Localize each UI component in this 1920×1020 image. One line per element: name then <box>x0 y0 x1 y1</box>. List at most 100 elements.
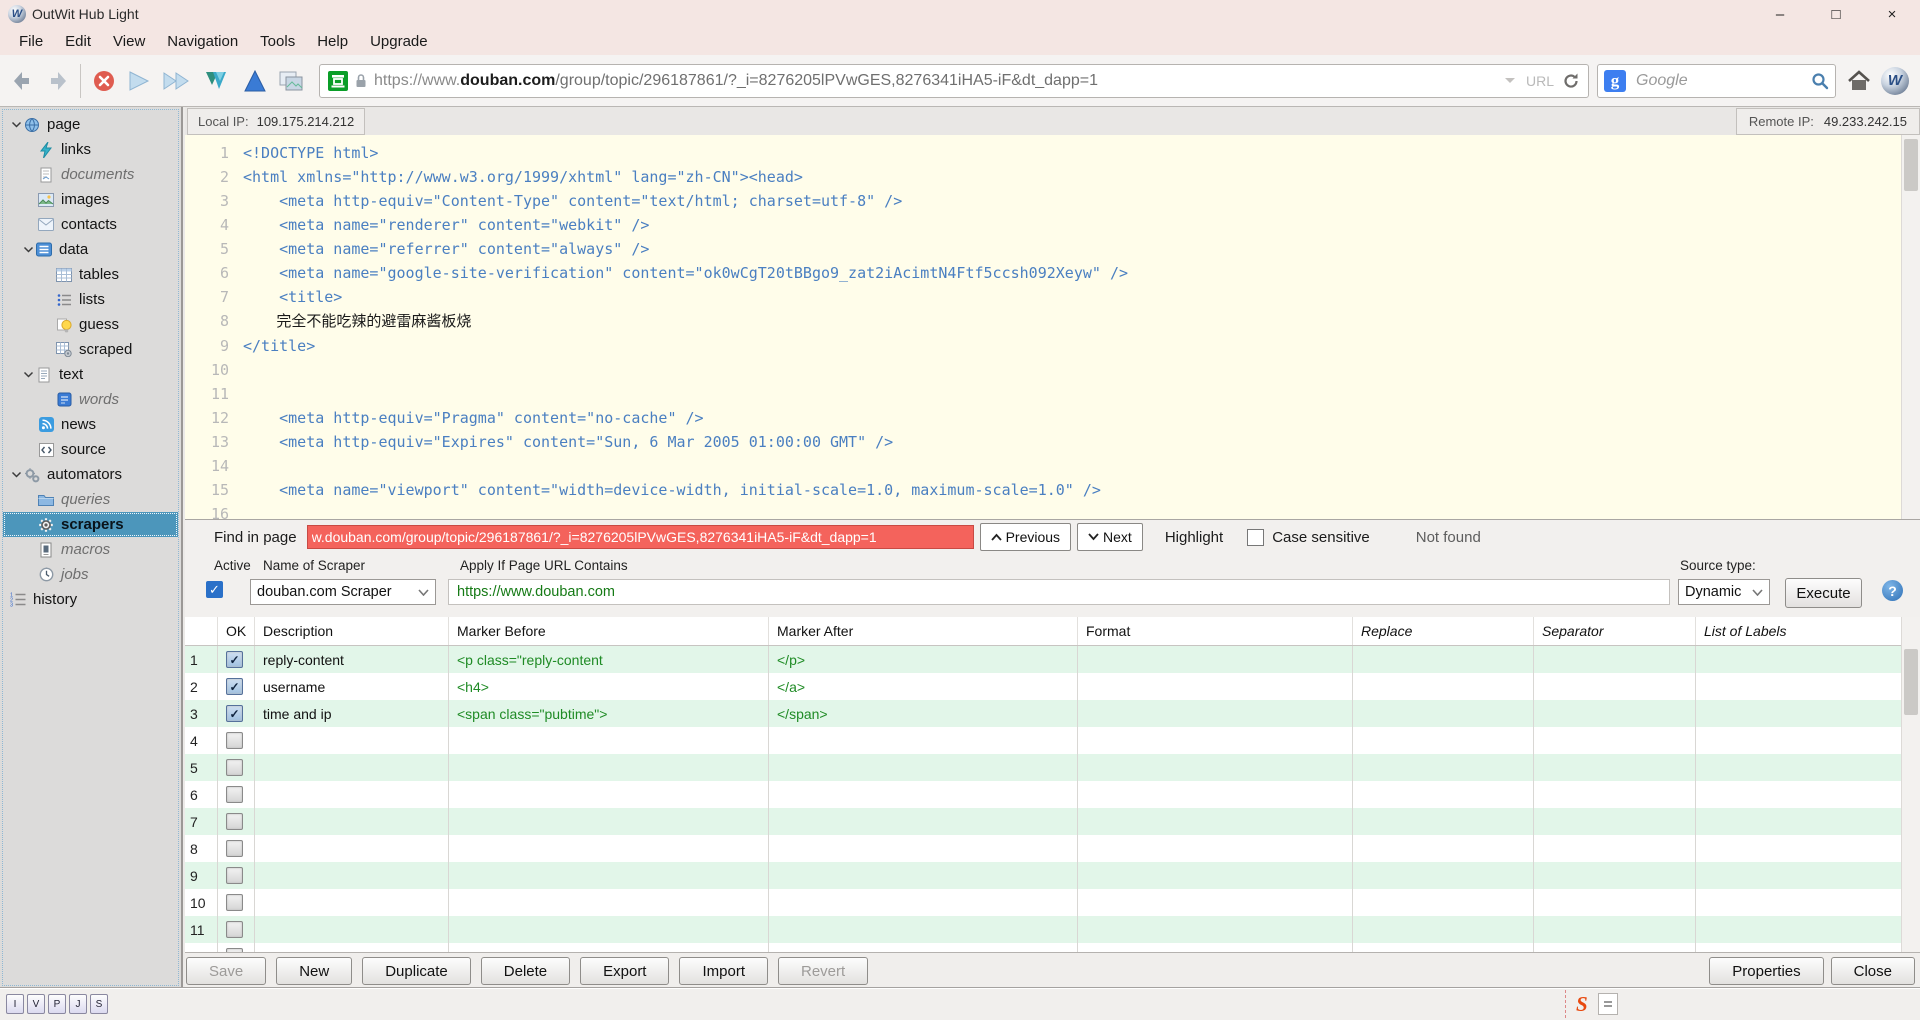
description-cell[interactable] <box>255 754 449 781</box>
marker-before-cell[interactable] <box>449 835 769 862</box>
column-header-replace[interactable]: Replace <box>1353 617 1534 645</box>
sidebar-item-history[interactable]: 123history <box>3 587 178 612</box>
sidebar-item-automators[interactable]: automators <box>3 462 178 487</box>
expander-icon[interactable] <box>21 369 35 380</box>
reload-icon[interactable] <box>1562 72 1580 90</box>
snapshot-icon[interactable] <box>278 69 306 93</box>
description-cell[interactable] <box>255 727 449 754</box>
close-button[interactable]: Close <box>1831 957 1915 985</box>
replace-cell[interactable] <box>1353 673 1534 700</box>
marker-before-cell[interactable]: <p class="reply-content <box>449 646 769 673</box>
format-cell[interactable] <box>1078 727 1353 754</box>
description-cell[interactable]: reply-content <box>255 646 449 673</box>
description-cell[interactable]: username <box>255 673 449 700</box>
replace-cell[interactable] <box>1353 727 1534 754</box>
marker-after-cell[interactable] <box>769 916 1078 943</box>
ok-checkbox[interactable] <box>218 835 255 862</box>
status-toggle-i[interactable]: I <box>6 994 24 1014</box>
labels-cell[interactable] <box>1696 889 1920 916</box>
checkbox-unchecked-icon[interactable] <box>226 732 243 749</box>
labels-cell[interactable] <box>1696 943 1920 952</box>
marker-before-cell[interactable] <box>449 781 769 808</box>
marker-before-cell[interactable] <box>449 862 769 889</box>
marker-before-cell[interactable] <box>449 727 769 754</box>
table-row[interactable]: 10 <box>185 889 1920 916</box>
sidebar-item-links[interactable]: links <box>3 137 178 162</box>
ok-checkbox[interactable] <box>218 754 255 781</box>
labels-cell[interactable] <box>1696 754 1920 781</box>
ok-checkbox[interactable] <box>218 916 255 943</box>
new-button[interactable]: New <box>276 957 352 985</box>
separator-cell[interactable] <box>1534 862 1696 889</box>
sidebar-item-source[interactable]: source <box>3 437 178 462</box>
execute-button[interactable]: Execute <box>1785 578 1862 608</box>
separator-cell[interactable] <box>1534 943 1696 952</box>
column-header-separator[interactable]: Separator <box>1534 617 1696 645</box>
separator-cell[interactable] <box>1534 781 1696 808</box>
separator-cell[interactable] <box>1534 754 1696 781</box>
format-cell[interactable] <box>1078 916 1353 943</box>
replace-cell[interactable] <box>1353 943 1534 952</box>
ok-checkbox[interactable]: ✓ <box>218 646 255 673</box>
column-header-marker-before[interactable]: Marker Before <box>449 617 769 645</box>
checkbox-checked-icon[interactable]: ✓ <box>226 678 243 695</box>
delete-button[interactable]: Delete <box>481 957 570 985</box>
ok-checkbox[interactable] <box>218 862 255 889</box>
labels-cell[interactable] <box>1696 673 1920 700</box>
sidebar-item-lists[interactable]: lists <box>3 287 178 312</box>
format-cell[interactable] <box>1078 835 1353 862</box>
checkbox-unchecked-icon[interactable] <box>226 921 243 938</box>
outwit-logo-icon[interactable]: W <box>1881 67 1909 95</box>
expander-icon[interactable] <box>9 119 23 130</box>
ok-checkbox[interactable]: ✓ <box>218 673 255 700</box>
labels-cell[interactable] <box>1696 646 1920 673</box>
sidebar-item-guess[interactable]: guess <box>3 312 178 337</box>
sidebar-item-scraped[interactable]: scraped <box>3 337 178 362</box>
find-previous-button[interactable]: Previous <box>980 523 1071 551</box>
marker-after-cell[interactable] <box>769 835 1078 862</box>
search-icon[interactable] <box>1811 72 1829 90</box>
expander-icon[interactable] <box>21 244 35 255</box>
separator-cell[interactable] <box>1534 808 1696 835</box>
description-cell[interactable] <box>255 943 449 952</box>
marker-after-cell[interactable] <box>769 943 1078 952</box>
marker-after-cell[interactable]: </p> <box>769 646 1078 673</box>
marker-after-cell[interactable] <box>769 889 1078 916</box>
format-cell[interactable] <box>1078 646 1353 673</box>
separator-cell[interactable] <box>1534 916 1696 943</box>
ok-checkbox[interactable] <box>218 781 255 808</box>
sidebar-item-queries[interactable]: queries <box>3 487 178 512</box>
labels-cell[interactable] <box>1696 781 1920 808</box>
status-toggle-p[interactable]: P <box>48 994 66 1014</box>
table-row[interactable]: 12 <box>185 943 1920 952</box>
source-scrollbar-thumb[interactable] <box>1904 139 1918 191</box>
table-row[interactable]: 3✓time and ip<span class="pubtime"></spa… <box>185 700 1920 727</box>
menu-navigation[interactable]: Navigation <box>156 31 249 52</box>
maximize-button[interactable]: □ <box>1808 0 1864 28</box>
checkbox-checked-icon[interactable]: ✓ <box>226 651 243 668</box>
marker-before-cell[interactable]: <h4> <box>449 673 769 700</box>
status-toggle-v[interactable]: V <box>27 994 45 1014</box>
replace-cell[interactable] <box>1353 808 1534 835</box>
expander-icon[interactable] <box>9 469 23 480</box>
replace-cell[interactable] <box>1353 835 1534 862</box>
help-icon[interactable]: ? <box>1882 580 1903 601</box>
marker-before-cell[interactable] <box>449 808 769 835</box>
labels-cell[interactable] <box>1696 835 1920 862</box>
source-view[interactable]: 1<!DOCTYPE html>2<html xmlns="http://www… <box>185 135 1920 519</box>
panel-toggle-icon[interactable] <box>1598 993 1618 1015</box>
close-button[interactable]: × <box>1864 0 1920 28</box>
description-cell[interactable] <box>255 862 449 889</box>
ok-checkbox[interactable] <box>218 943 255 952</box>
description-cell[interactable] <box>255 781 449 808</box>
separator-cell[interactable] <box>1534 727 1696 754</box>
import-button[interactable]: Import <box>679 957 768 985</box>
status-toggle-s[interactable]: S <box>90 994 108 1014</box>
menu-tools[interactable]: Tools <box>249 31 306 52</box>
sidebar-item-jobs[interactable]: jobs <box>3 562 178 587</box>
marker-after-cell[interactable]: </a> <box>769 673 1078 700</box>
replace-cell[interactable] <box>1353 700 1534 727</box>
outwit-catch-icon[interactable] <box>204 69 232 93</box>
save-button[interactable]: Save <box>186 957 266 985</box>
ok-checkbox[interactable] <box>218 808 255 835</box>
